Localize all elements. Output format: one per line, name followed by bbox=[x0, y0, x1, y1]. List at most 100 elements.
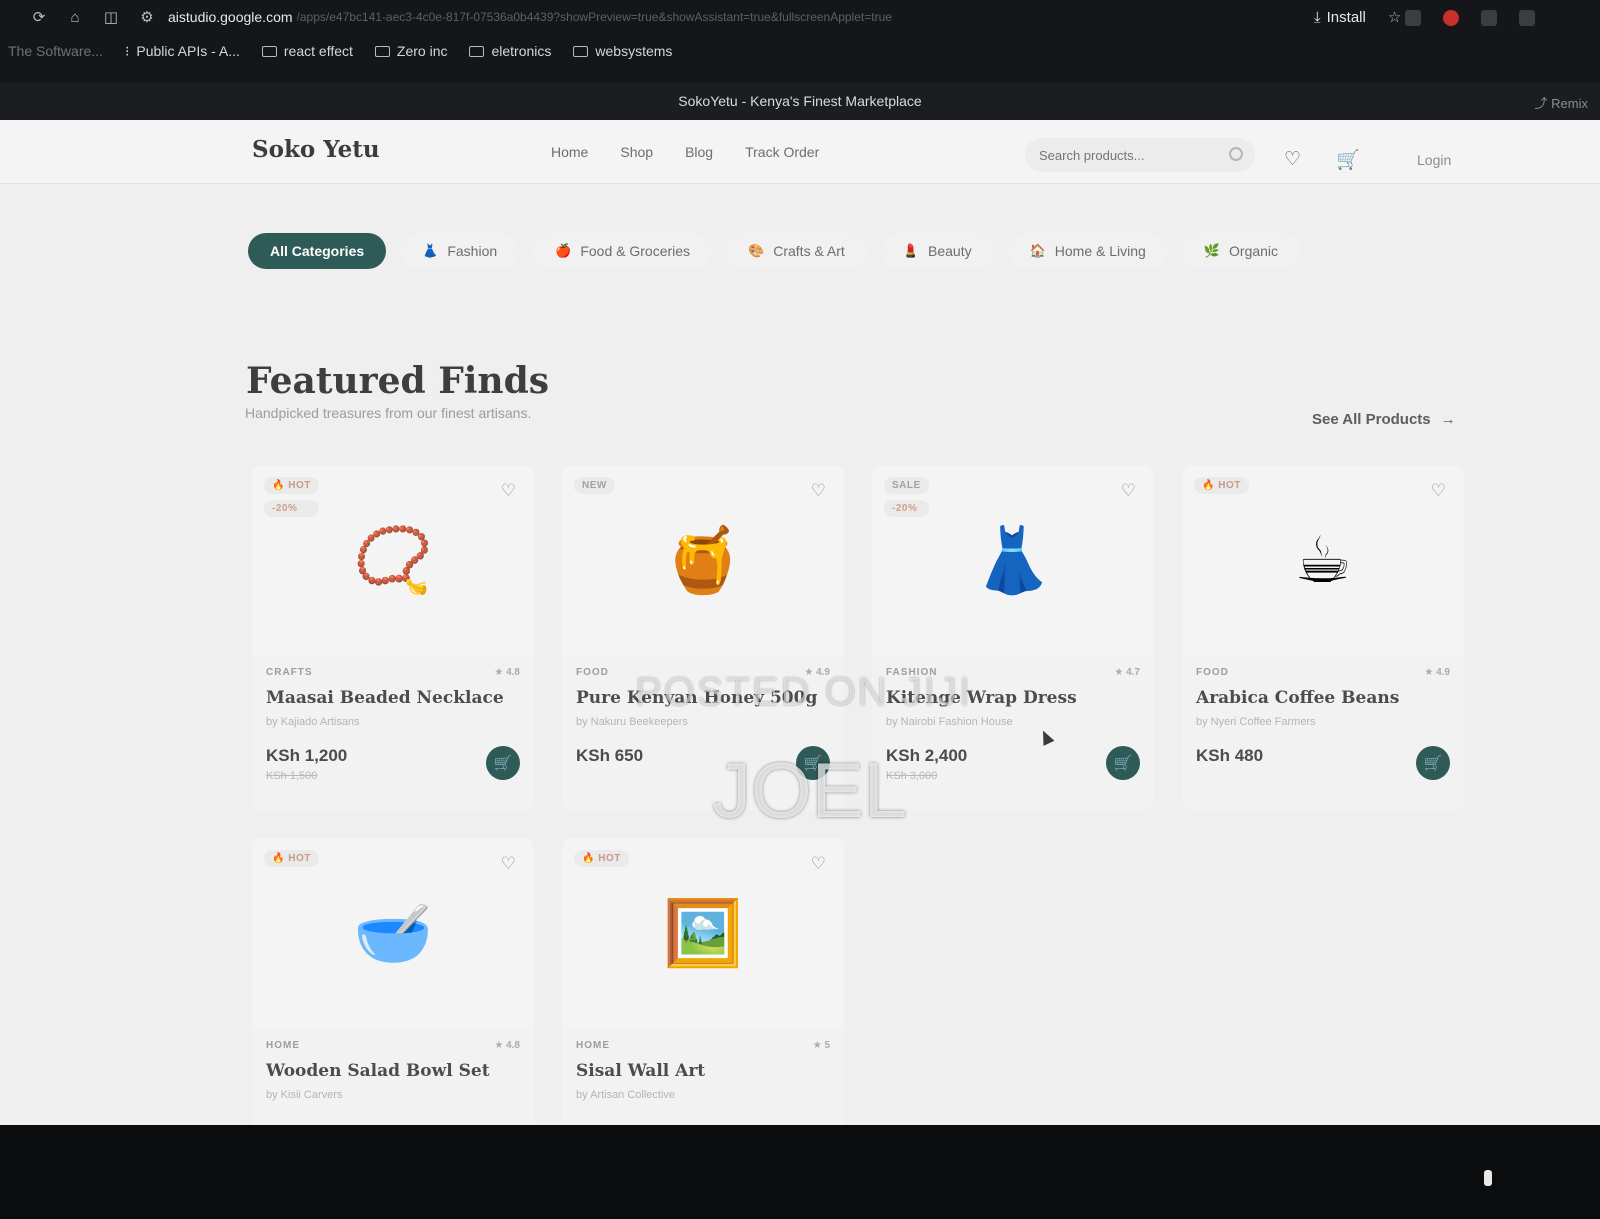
category-pills: All Categories 👗 Fashion 🍎 Food & Grocerie… bbox=[248, 233, 1301, 269]
nav-shop[interactable]: Shop bbox=[620, 144, 653, 160]
add-to-cart-button[interactable]: 🛒 bbox=[1416, 746, 1450, 780]
section-subtitle: Handpicked treasures from our finest art… bbox=[245, 405, 532, 421]
extension-icon[interactable] bbox=[1443, 10, 1459, 26]
remix-label: Remix bbox=[1551, 96, 1588, 111]
category-label: Beauty bbox=[928, 243, 972, 259]
product-image[interactable]: 🔥 HOT ☕ ♡ bbox=[1182, 465, 1464, 655]
extension-icon[interactable] bbox=[1405, 10, 1421, 26]
badge-stack: 🔥 HOT bbox=[264, 850, 319, 867]
product-card[interactable]: 🔥 HOT 🖼️ ♡ HOME ★ 5 Sisal Wall Art by Art… bbox=[562, 838, 844, 1125]
bookmark-item[interactable]: The Software... bbox=[8, 43, 103, 59]
favorite-heart-icon[interactable]: ♡ bbox=[811, 854, 826, 874]
dress-icon: 👗 bbox=[973, 524, 1053, 596]
app-title-bar: SokoYetu - Kenya's Finest Marketplace ⤴ … bbox=[0, 82, 1600, 120]
bookmark-label: Zero inc bbox=[396, 43, 448, 59]
site-logo[interactable]: Soko Yetu bbox=[252, 136, 380, 163]
honey-pot-icon: 🍯 bbox=[663, 524, 743, 596]
palette-icon: 🎨 bbox=[748, 243, 765, 258]
install-button[interactable]: ⤓ Install ☆ bbox=[1314, 8, 1401, 27]
product-category: CRAFTS bbox=[266, 667, 313, 678]
home-icon[interactable]: ⌂ bbox=[66, 8, 84, 26]
product-card[interactable]: SALE -20% 👗 ♡ FASHION ★ 4.7 Kitenge Wrap … bbox=[872, 465, 1154, 810]
product-info: HOME ★ 5 Sisal Wall Art by Artisan Collec… bbox=[562, 1028, 844, 1101]
product-image[interactable]: SALE -20% 👗 ♡ bbox=[872, 465, 1154, 655]
monitor-bezel bbox=[0, 1125, 1600, 1219]
bookmark-label: The Software... bbox=[8, 43, 103, 59]
product-name[interactable]: Sisal Wall Art bbox=[576, 1061, 830, 1081]
reload-icon[interactable]: ⟳ bbox=[30, 8, 48, 26]
product-image[interactable]: 🔥 HOT -20% 📿 ♡ bbox=[252, 465, 534, 655]
category-label: Food & Groceries bbox=[580, 243, 691, 259]
api-icon: ⁝ bbox=[124, 42, 130, 59]
add-to-cart-button[interactable]: 🛒 bbox=[1106, 746, 1140, 780]
split-view-icon[interactable]: ◫ bbox=[102, 8, 120, 26]
product-image[interactable]: 🔥 HOT 🖼️ ♡ bbox=[562, 838, 844, 1028]
product-card[interactable]: 🔥 HOT ☕ ♡ FOOD ★ 4.9 Arabica Coffee Beans… bbox=[1182, 465, 1464, 810]
category-beauty[interactable]: 💄 Beauty bbox=[880, 233, 994, 269]
login-link[interactable]: Login bbox=[1417, 152, 1451, 168]
product-name[interactable]: Maasai Beaded Necklace bbox=[266, 688, 520, 708]
nav-track-order[interactable]: Track Order bbox=[745, 144, 819, 160]
favorite-heart-icon[interactable]: ♡ bbox=[1431, 481, 1446, 501]
star-icon: ★ bbox=[812, 1040, 822, 1051]
product-image[interactable]: 🔥 HOT 🥣 ♡ bbox=[252, 838, 534, 1028]
product-category: HOME bbox=[266, 1040, 300, 1051]
search-input[interactable] bbox=[1039, 147, 1219, 163]
product-rating: ★ 4.8 bbox=[494, 1040, 520, 1051]
nav-home[interactable]: Home bbox=[551, 144, 588, 160]
add-to-cart-button[interactable]: 🛒 bbox=[486, 746, 520, 780]
star-icon: ★ bbox=[494, 667, 504, 678]
bookmark-star-icon[interactable]: ☆ bbox=[1388, 8, 1401, 26]
extension-icon[interactable] bbox=[1481, 10, 1497, 26]
product-image[interactable]: NEW 🍯 ♡ bbox=[562, 465, 844, 655]
install-icon: ⤓ bbox=[1314, 8, 1321, 26]
page-viewport: Soko Yetu Home Shop Blog Track Order ♡ 🛒… bbox=[0, 120, 1600, 1125]
watermark-line2: JOEL bbox=[712, 746, 908, 834]
category-food[interactable]: 🍎 Food & Groceries bbox=[533, 233, 713, 269]
folder-icon bbox=[374, 45, 390, 57]
install-label: Install bbox=[1326, 8, 1366, 26]
category-organic[interactable]: 🌿 Organic bbox=[1181, 233, 1301, 269]
cart-icon[interactable]: 🛒 bbox=[1336, 148, 1360, 172]
wishlist-heart-icon[interactable]: ♡ bbox=[1284, 148, 1301, 171]
site-settings-icon[interactable]: ⚙ bbox=[138, 8, 156, 26]
bookmark-item[interactable]: ⁝ Public APIs - A... bbox=[125, 43, 240, 60]
sale-badge: SALE bbox=[884, 477, 929, 494]
dress-icon: 👗 bbox=[422, 243, 439, 258]
category-fashion[interactable]: 👗 Fashion bbox=[400, 233, 520, 269]
favorite-heart-icon[interactable]: ♡ bbox=[501, 854, 516, 874]
product-seller: by Kajiado Artisans bbox=[266, 716, 360, 728]
product-card[interactable]: 🔥 HOT -20% 📿 ♡ CRAFTS ★ 4.8 Maasai Beaded… bbox=[252, 465, 534, 810]
bookmark-folder[interactable]: Zero inc bbox=[374, 43, 448, 59]
new-badge: NEW bbox=[574, 477, 615, 494]
product-name[interactable]: Wooden Salad Bowl Set bbox=[266, 1061, 520, 1081]
see-all-products-link[interactable]: See All Products → bbox=[1312, 411, 1456, 428]
section-title: Featured Finds bbox=[246, 360, 550, 402]
hot-badge: 🔥 HOT bbox=[264, 850, 319, 867]
category-home[interactable]: 🏠 Home & Living bbox=[1007, 233, 1168, 269]
product-card[interactable]: 🔥 HOT 🥣 ♡ HOME ★ 4.8 Wooden Salad Bowl Se… bbox=[252, 838, 534, 1125]
url-host: aistudio.google.com bbox=[168, 9, 293, 25]
nav-blog[interactable]: Blog bbox=[685, 144, 713, 160]
search-icon[interactable] bbox=[1229, 147, 1243, 161]
browser-chrome: ⟳ ⌂ ◫ ⚙ aistudio.google.com /apps/e47bc1… bbox=[0, 0, 1600, 82]
favorite-heart-icon[interactable]: ♡ bbox=[811, 481, 826, 501]
badge-stack: 🔥 HOT bbox=[574, 850, 629, 867]
rating-value: 5 bbox=[824, 1040, 830, 1051]
category-crafts[interactable]: 🎨 Crafts & Art bbox=[726, 233, 867, 269]
app-title: SokoYetu - Kenya's Finest Marketplace bbox=[678, 93, 922, 109]
bookmark-folder[interactable]: websystems bbox=[573, 43, 672, 59]
badge-stack: 🔥 HOT -20% bbox=[264, 477, 319, 517]
lipstick-icon: 💄 bbox=[902, 243, 919, 258]
category-all[interactable]: All Categories bbox=[248, 233, 387, 269]
extension-icon[interactable] bbox=[1519, 10, 1535, 26]
favorite-heart-icon[interactable]: ♡ bbox=[501, 481, 516, 501]
rating-value: 4.9 bbox=[1436, 667, 1450, 678]
bookmark-folder[interactable]: eletronics bbox=[469, 43, 551, 59]
bookmark-folder[interactable]: react effect bbox=[261, 43, 353, 59]
address-bar[interactable]: aistudio.google.com /apps/e47bc141-aec3-… bbox=[168, 9, 997, 25]
bookmark-label: react effect bbox=[283, 43, 353, 59]
product-name[interactable]: Arabica Coffee Beans bbox=[1196, 688, 1450, 708]
remix-button[interactable]: ⤴ Remix bbox=[1535, 93, 1588, 112]
favorite-heart-icon[interactable]: ♡ bbox=[1121, 481, 1136, 501]
